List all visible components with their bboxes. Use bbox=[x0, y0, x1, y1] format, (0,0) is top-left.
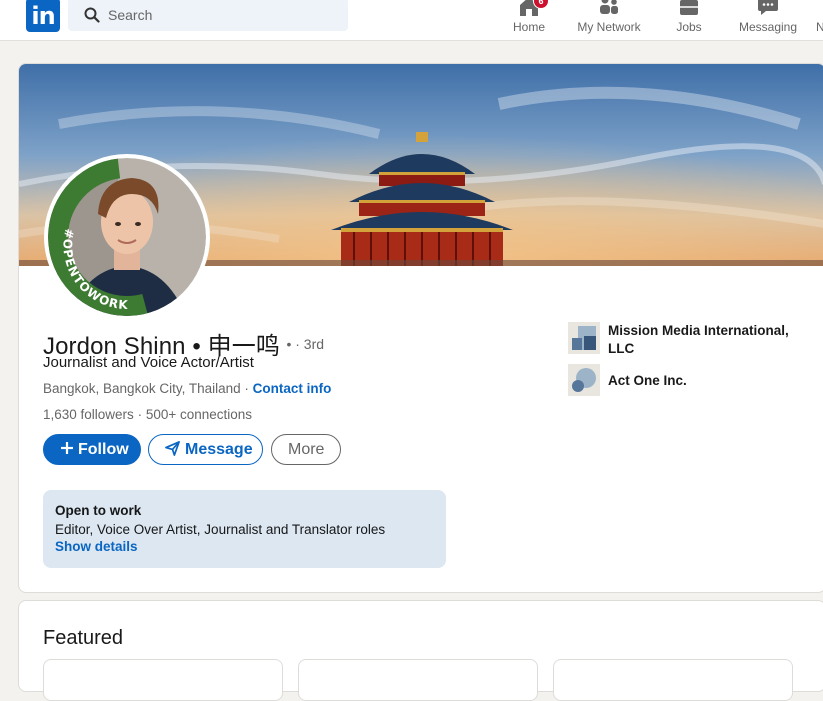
location-row: Bangkok, Bangkok City, Thailand · Contac… bbox=[43, 381, 331, 396]
chat-icon bbox=[758, 0, 778, 15]
profile-location: Bangkok, Bangkok City, Thailand bbox=[43, 381, 241, 396]
featured-title: Featured bbox=[43, 627, 124, 649]
nav-label-home: Home bbox=[512, 20, 545, 34]
follow-button[interactable]: Follow bbox=[43, 434, 141, 465]
open-to-work-roles: Editor, Voice Over Artist, Journalist an… bbox=[55, 522, 386, 537]
more-button[interactable]: More bbox=[271, 434, 341, 465]
featured-card: Featured bbox=[18, 600, 823, 701]
follow-label: Follow bbox=[78, 441, 129, 458]
linkedin-logo[interactable]: in bbox=[26, 0, 60, 32]
avatar-photo: #OPENTOWORK bbox=[48, 158, 206, 316]
company-name: Mission Media International, LLC bbox=[608, 323, 789, 356]
profile-headline: Journalist and Voice Actor/Artist bbox=[43, 354, 254, 371]
nav-item-jobs[interactable]: Jobs bbox=[666, 0, 712, 40]
nav-label-notifications: N bbox=[816, 20, 823, 34]
search-bar[interactable] bbox=[68, 0, 348, 31]
nav-item-messaging[interactable]: Messaging bbox=[736, 0, 800, 40]
building-logo bbox=[568, 322, 600, 354]
network-stats: 1,630 followers · 500+ connections bbox=[43, 407, 252, 422]
nav-item-notifications[interactable]: N bbox=[808, 0, 823, 40]
nav-item-home[interactable]: 6 Home bbox=[505, 0, 553, 40]
message-button[interactable]: Message bbox=[148, 434, 263, 465]
contact-info-link[interactable]: Contact info bbox=[253, 381, 332, 396]
open-to-work-card: Open to work Editor, Voice Over Artist, … bbox=[43, 490, 446, 568]
search-icon bbox=[84, 7, 100, 23]
profile-avatar[interactable]: #OPENTOWORK bbox=[44, 154, 210, 320]
connections-count[interactable]: 500+ connections bbox=[146, 407, 252, 422]
nav-label-jobs: Jobs bbox=[676, 20, 702, 34]
followers-count[interactable]: 1,630 followers bbox=[43, 407, 134, 422]
nav-label-messaging: Messaging bbox=[738, 20, 798, 34]
location-separator: · bbox=[240, 381, 253, 396]
company-name: Act One Inc. bbox=[608, 373, 687, 388]
featured-item[interactable] bbox=[298, 659, 538, 701]
nav-item-my-network[interactable]: My Network bbox=[570, 0, 648, 40]
featured-item[interactable] bbox=[553, 659, 793, 701]
connections-separator: · bbox=[133, 407, 146, 422]
featured-item[interactable] bbox=[43, 659, 283, 701]
send-icon bbox=[165, 441, 180, 456]
message-label: Message bbox=[185, 441, 253, 458]
people-icon bbox=[600, 0, 618, 14]
company-mission-media[interactable]: Mission Media International, LLC bbox=[568, 322, 818, 358]
search-input[interactable] bbox=[106, 4, 330, 26]
open-to-work-title: Open to work bbox=[55, 503, 142, 518]
briefcase-icon bbox=[680, 0, 698, 15]
profile-card: #OPENTOWORK Jordon Shinn • 申一鸣 • · 3rd J… bbox=[18, 63, 823, 593]
show-details-link[interactable]: Show details bbox=[55, 539, 138, 554]
company-circles-logo bbox=[568, 364, 600, 396]
company-act-one[interactable]: Act One Inc. bbox=[568, 364, 818, 396]
connection-degree: • · 3rd bbox=[286, 336, 325, 352]
global-nav: in 6 Home My Network Jobs bbox=[0, 0, 823, 41]
plus-icon bbox=[61, 442, 73, 454]
nav-label-my-network: My Network bbox=[577, 20, 641, 34]
